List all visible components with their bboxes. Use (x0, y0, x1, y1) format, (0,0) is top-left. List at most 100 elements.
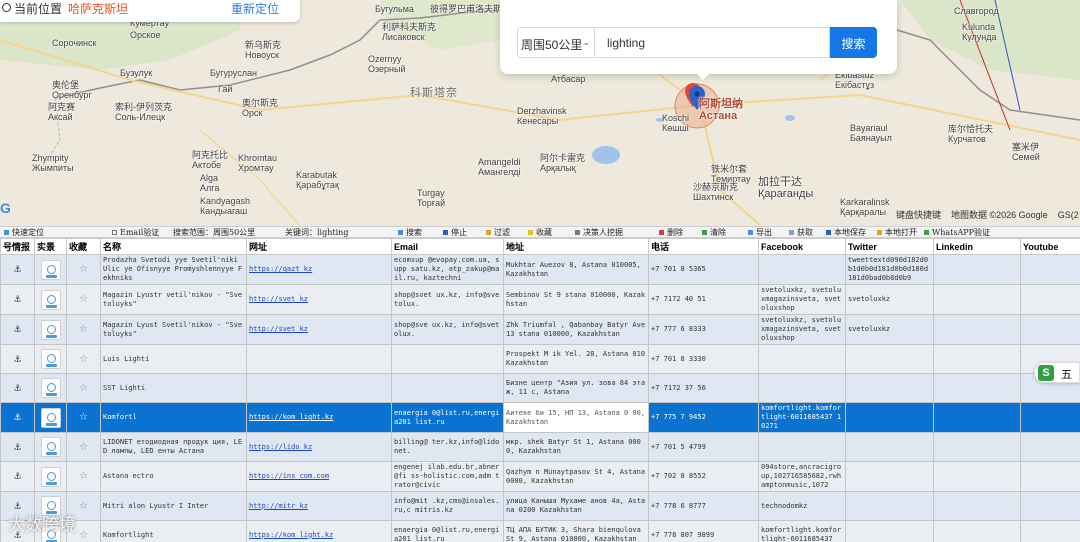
toolbar-search-button[interactable]: 搜索 (398, 228, 422, 237)
table-row[interactable]: ⚓ ☆ LIDONET етодиодная продук ция, LED лам… (0, 432, 1080, 462)
street-view-icon[interactable] (40, 378, 61, 398)
ime-indicator[interactable]: S 五 (1034, 362, 1080, 383)
cell-url[interactable]: http://svet kz (246, 314, 392, 345)
toolbar-decision-maker-button[interactable]: 决策人挖掘 (575, 228, 623, 237)
star-icon[interactable]: ☆ (79, 320, 87, 336)
star-icon[interactable]: ☆ (79, 497, 87, 513)
table-row[interactable]: ⚓ ☆ Komfortl https://kom light.kz enaergia 0… (0, 402, 1080, 433)
toolbar-filter-button[interactable]: 过滤 (486, 228, 510, 237)
cell-url[interactable]: https://kom light.kz (246, 520, 392, 542)
anchor-icon[interactable]: ⚓ (14, 262, 21, 275)
anchor-icon[interactable]: ⚓ (14, 381, 21, 394)
star-icon[interactable]: ☆ (79, 467, 87, 483)
cell-favorite[interactable]: ☆ (66, 344, 101, 374)
cell-live[interactable] (34, 461, 67, 492)
cell-info[interactable]: ⚓ (0, 314, 35, 345)
cell-url[interactable] (246, 344, 392, 374)
table-row[interactable]: ⚓ ☆ SST Lighti Бизне центр "Азия ул. зова 8… (0, 373, 1080, 403)
star-icon[interactable]: ☆ (79, 408, 87, 424)
cell-info[interactable]: ⚓ (0, 461, 35, 492)
cell-live[interactable] (34, 432, 67, 462)
cell-live[interactable] (34, 254, 67, 285)
keyboard-shortcuts-link[interactable]: 键盘快捷键 (896, 210, 941, 220)
table-row[interactable]: ⚓ ☆ Magazin Lyust Svetil'nikov - "Svetoluy… (0, 314, 1080, 345)
search-input[interactable]: lighting (595, 27, 830, 58)
cell-favorite[interactable]: ☆ (66, 373, 101, 403)
toolbar-whatsapp-verify[interactable]: WhatsAPP验证 (924, 228, 990, 237)
cell-url[interactable]: https://ins com.com (246, 461, 392, 492)
cell-url[interactable]: http://mitr kz (246, 491, 392, 521)
anchor-icon[interactable]: ⚓ (14, 292, 21, 305)
radius-select[interactable]: 周围50公里 ⌄ (517, 27, 595, 58)
results-table-wrap[interactable]: 号情报 实景 收藏 名称 网址 Email 地址 电话 Facebook Twi… (0, 238, 1080, 542)
cell-favorite[interactable]: ☆ (66, 254, 101, 285)
search-button[interactable]: 搜索 (830, 27, 877, 58)
cell-live[interactable] (34, 344, 67, 374)
toolbar-stop-button[interactable]: 停止 (443, 228, 467, 237)
street-view-icon[interactable] (40, 319, 61, 340)
relocate-link[interactable]: 重新定位 (231, 0, 279, 17)
table-row[interactable]: ⚓ ☆ Mitri alon Lyustr I Inter http://mitr k… (0, 491, 1080, 521)
street-view-icon[interactable] (40, 466, 61, 487)
star-icon[interactable]: ☆ (79, 526, 87, 542)
table-row[interactable]: ⚓ ☆ Prodazha Svetodi yye Svetil'niki Ulic … (0, 254, 1080, 285)
anchor-icon[interactable]: ⚓ (14, 469, 21, 482)
col-header-name[interactable]: 名称 (100, 238, 247, 255)
street-view-icon[interactable] (40, 437, 61, 457)
street-view-icon[interactable] (40, 349, 61, 369)
street-view-icon[interactable] (40, 407, 61, 428)
cell-url[interactable]: https://qazt kz (246, 254, 392, 285)
toolbar-favorite-button[interactable]: 收藏 (528, 228, 552, 237)
anchor-icon[interactable]: ⚓ (14, 352, 21, 365)
toolbar-local-save-button[interactable]: 本地保存 (826, 228, 866, 237)
col-header-url[interactable]: 网址 (246, 238, 392, 255)
star-icon[interactable]: ☆ (79, 350, 87, 366)
cell-url[interactable]: https://kom light.kz (246, 402, 392, 433)
cell-favorite[interactable]: ☆ (66, 461, 101, 492)
col-header-facebook[interactable]: Facebook (758, 238, 846, 255)
col-header-info[interactable]: 号情报 (0, 238, 35, 255)
star-icon[interactable]: ☆ (79, 438, 87, 454)
toolbar-quick-locate[interactable]: 快速定位 (4, 228, 44, 237)
cell-info[interactable]: ⚓ (0, 402, 35, 433)
cell-favorite[interactable]: ☆ (66, 402, 101, 433)
table-row[interactable]: ⚓ ☆ Magazin Lyustr vetil'nikov - "Svetoluy… (0, 284, 1080, 315)
star-icon[interactable]: ☆ (79, 290, 87, 306)
toolbar-clear-button[interactable]: 清除 (702, 228, 726, 237)
col-header-email[interactable]: Email (391, 238, 504, 255)
toolbar-local-open-button[interactable]: 本地打开 (877, 228, 917, 237)
col-header-address[interactable]: 地址 (503, 238, 649, 255)
toolbar-export-button[interactable]: 导出 (748, 228, 772, 237)
cell-favorite[interactable]: ☆ (66, 284, 101, 315)
cell-favorite[interactable]: ☆ (66, 314, 101, 345)
col-header-phone[interactable]: 电话 (648, 238, 759, 255)
toolbar-delete-button[interactable]: 删除 (659, 228, 683, 237)
table-row[interactable]: ⚓ ☆ Astana ectro https://ins com.com engenej… (0, 461, 1080, 492)
cell-url[interactable]: https://lido kz (246, 432, 392, 462)
cell-url[interactable]: http://svet kz (246, 284, 392, 315)
cell-live[interactable] (34, 284, 67, 315)
anchor-icon[interactable]: ⚓ (14, 440, 21, 453)
col-header-linkedin[interactable]: Linkedin (933, 238, 1021, 255)
street-view-icon[interactable] (40, 289, 61, 310)
cell-info[interactable]: ⚓ (0, 373, 35, 403)
map-view[interactable]: Кумертау Орское Сорочинск Бузулук Бугуру… (0, 0, 1080, 226)
cell-info[interactable]: ⚓ (0, 344, 35, 374)
col-header-favorite[interactable]: 收藏 (66, 238, 101, 255)
cell-info[interactable]: ⚓ (0, 432, 35, 462)
toolbar-email-verify[interactable]: Email验证 (112, 228, 159, 237)
cell-info[interactable]: ⚓ (0, 284, 35, 315)
cell-live[interactable] (34, 402, 67, 433)
star-icon[interactable]: ☆ (79, 379, 87, 395)
table-row[interactable]: ⚓ ☆ Luis Lighti Prospekt M ik Yel. 28, Asta… (0, 344, 1080, 374)
cell-info[interactable]: ⚓ (0, 254, 35, 285)
col-header-youtube[interactable]: Youtube (1020, 238, 1080, 255)
table-row[interactable]: ⚓ ☆ Komfortlight https://kom light.kz enaerg… (0, 520, 1080, 542)
cell-live[interactable] (34, 314, 67, 345)
star-icon[interactable]: ☆ (79, 260, 87, 276)
toolbar-fetch-button[interactable]: 获取 (789, 228, 813, 237)
cell-url[interactable] (246, 373, 392, 403)
cell-live[interactable] (34, 373, 67, 403)
col-header-twitter[interactable]: Twitter (845, 238, 934, 255)
anchor-icon[interactable]: ⚓ (14, 410, 21, 423)
